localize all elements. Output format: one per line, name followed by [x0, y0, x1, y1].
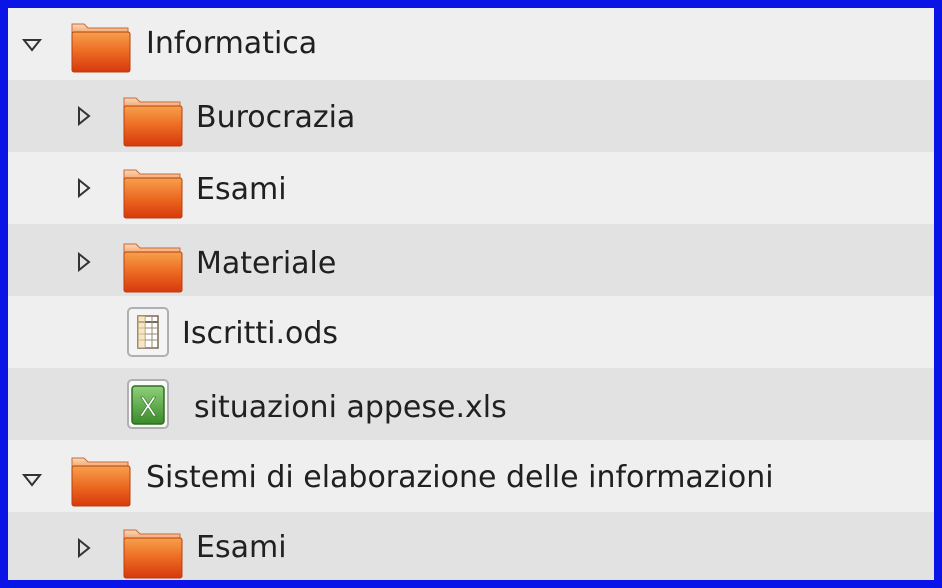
file-tree: Informatica Burocrazia Esami Materiale I…: [8, 8, 934, 580]
triangle-right-icon[interactable]: [74, 538, 94, 558]
svg-text:X: X: [139, 393, 157, 423]
tree-row-informatica[interactable]: Informatica: [8, 8, 934, 80]
tree-row-iscritti-ods[interactable]: Iscritti.ods: [8, 296, 934, 368]
tree-row-esami[interactable]: Esami: [8, 152, 934, 224]
tree-row-label: Burocrazia: [196, 100, 356, 135]
tree-row-esami-2[interactable]: Esami: [8, 512, 934, 580]
triangle-down-icon[interactable]: [22, 470, 42, 490]
folder-icon: [122, 524, 184, 580]
tree-row-label: Esami: [196, 530, 287, 565]
ods-spreadsheet-icon: [126, 306, 170, 358]
tree-row-burocrazia[interactable]: Burocrazia: [8, 80, 934, 152]
triangle-right-icon[interactable]: [74, 106, 94, 126]
tree-row-situazioni-xls[interactable]: X situazioni appese.xls: [8, 368, 934, 440]
tree-row-label: Esami: [196, 172, 287, 207]
tree-row-label: Iscritti.ods: [182, 316, 339, 351]
tree-row-label: Sistemi di elaborazione delle informazio…: [146, 460, 774, 495]
tree-row-materiale[interactable]: Materiale: [8, 224, 934, 296]
folder-icon: [70, 452, 132, 508]
tree-row-label: situazioni appese.xls: [194, 390, 507, 425]
folder-icon: [122, 238, 184, 294]
tree-row-label: Informatica: [146, 26, 318, 61]
tree-row-label: Materiale: [196, 246, 337, 281]
tree-row-sistemi[interactable]: Sistemi di elaborazione delle informazio…: [8, 440, 934, 512]
triangle-right-icon[interactable]: [74, 178, 94, 198]
folder-icon: [70, 18, 132, 74]
triangle-down-icon[interactable]: [22, 35, 42, 55]
folder-icon: [122, 92, 184, 148]
xls-excel-icon: X: [126, 378, 170, 430]
folder-icon: [122, 164, 184, 220]
triangle-right-icon[interactable]: [74, 252, 94, 272]
